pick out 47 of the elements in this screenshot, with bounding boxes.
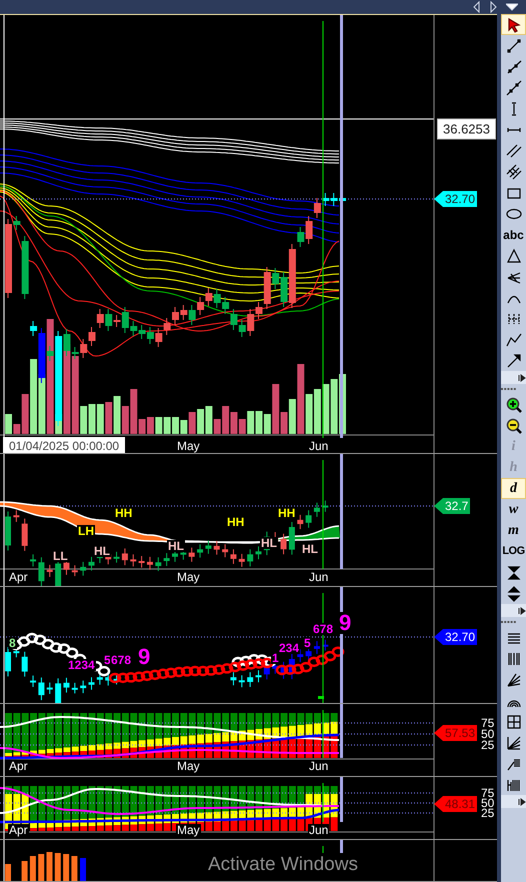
axis-label: May (176, 760, 201, 772)
pattern-label: HL (167, 540, 185, 552)
price-tag: 36.6253 (437, 118, 496, 140)
pattern-label: HL (301, 543, 319, 555)
axis-label: Apr (8, 824, 29, 836)
pattern-label: HL (93, 545, 111, 557)
axis-label: Apr (8, 571, 29, 583)
pattern-label: 678 (110, 654, 132, 666)
axis-label: Apr (8, 760, 29, 772)
price-tag: 48.31 (434, 796, 478, 812)
axis-label: Jun (308, 760, 330, 772)
activation-notice: Activate Windows (208, 855, 358, 874)
axis-label: Jun (308, 824, 330, 836)
pattern-label: HH (114, 507, 134, 519)
price-tag: 32.70 (434, 629, 478, 645)
pattern-label: 1234 (67, 659, 96, 671)
toolbar-button[interactable]: abc (501, 224, 526, 245)
axis-label: 75 (481, 787, 494, 799)
axis-label: 25 (481, 807, 494, 819)
axis-label: Jun (308, 440, 330, 452)
pattern-label: LH (77, 525, 95, 537)
pattern-label: HH (277, 507, 296, 519)
pattern-label: 1 (271, 652, 280, 664)
axis-label: Jun (308, 571, 330, 583)
pattern-label: HH (226, 516, 246, 528)
toolbar-button[interactable]: LOG (501, 541, 526, 562)
pattern-label: HL (260, 537, 278, 549)
pattern-label: LL (52, 550, 69, 562)
toolbar-button[interactable]: w (501, 499, 526, 520)
toolbar-button[interactable]: m (501, 520, 526, 541)
axis-label: 75 (481, 717, 494, 729)
axis-label: May (176, 571, 201, 583)
pattern-label: 678 (312, 623, 334, 635)
axis-label: May (176, 440, 201, 452)
price-tag: 32.7 (434, 498, 470, 514)
price-tag: 57.53 (434, 725, 478, 741)
axis-label: 50 (481, 797, 494, 809)
date-tooltip: 01/04/2025 00:00:00 (3, 437, 126, 453)
price-tag: 32.70 (434, 191, 478, 207)
pattern-label: 234 (278, 642, 300, 654)
toolbar-button[interactable]: d (501, 478, 526, 499)
pattern-label: 9 (338, 612, 352, 634)
axis-label: 25 (481, 739, 494, 751)
pattern-label: 5 (303, 637, 312, 649)
pattern-label: 8 (8, 637, 17, 649)
axis-label: May (176, 824, 201, 836)
axis-label: 50 (481, 728, 494, 740)
